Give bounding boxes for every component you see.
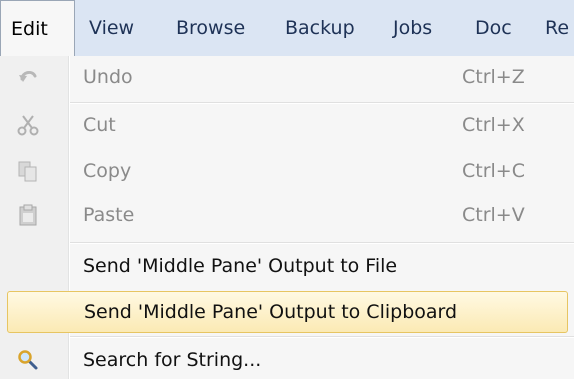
menu-separator-highlight: [70, 243, 574, 244]
copy-icon: [16, 159, 40, 183]
menu-item-send-output-to-file-label: Send 'Middle Pane' Output to File: [83, 255, 398, 277]
menu-item-paste-shortcut: Ctrl+V: [462, 204, 525, 226]
edit-dropdown-menu: Undo Ctrl+Z Cut Ctrl+X Copy Ctrl+C Paste…: [0, 56, 574, 379]
menu-item-copy-shortcut: Ctrl+C: [462, 160, 525, 182]
menu-item-send-output-to-file[interactable]: Send 'Middle Pane' Output to File: [0, 246, 574, 286]
menu-item-cut-label: Cut: [83, 114, 116, 136]
magnifier-icon: [16, 348, 40, 372]
menu-item-send-output-to-clipboard-label: Send 'Middle Pane' Output to Clipboard: [84, 301, 458, 323]
menu-item-undo-shortcut: Ctrl+Z: [462, 66, 525, 88]
scissors-icon: [16, 113, 40, 137]
menu-item-paste[interactable]: Paste Ctrl+V: [0, 195, 574, 235]
menu-doc[interactable]: Doc: [475, 0, 512, 56]
menu-item-search-for-string[interactable]: Search for String...: [0, 340, 574, 380]
menu-item-undo-label: Undo: [83, 66, 133, 88]
menu-item-copy[interactable]: Copy Ctrl+C: [0, 151, 574, 191]
menu-view[interactable]: View: [89, 0, 134, 56]
menu-item-send-output-to-clipboard[interactable]: Send 'Middle Pane' Output to Clipboard: [7, 291, 568, 333]
menu-item-search-for-string-label: Search for String...: [83, 349, 262, 371]
menu-item-paste-label: Paste: [83, 204, 135, 226]
menu-item-copy-label: Copy: [83, 160, 132, 182]
menu-bar: Edit View Browse Backup Jobs Doc Re: [0, 0, 574, 57]
menu-edit[interactable]: Edit: [0, 0, 75, 56]
menu-more[interactable]: Re: [545, 0, 569, 56]
menu-backup[interactable]: Backup: [285, 0, 355, 56]
menu-item-cut-shortcut: Ctrl+X: [462, 114, 525, 136]
undo-icon: [16, 65, 40, 89]
menu-separator-highlight: [70, 103, 574, 104]
menu-jobs[interactable]: Jobs: [393, 0, 432, 56]
menu-item-undo[interactable]: Undo Ctrl+Z: [0, 57, 574, 97]
menu-browse[interactable]: Browse: [176, 0, 245, 56]
clipboard-icon: [16, 203, 40, 227]
menu-separator-highlight: [70, 337, 574, 338]
menu-item-cut[interactable]: Cut Ctrl+X: [0, 105, 574, 145]
